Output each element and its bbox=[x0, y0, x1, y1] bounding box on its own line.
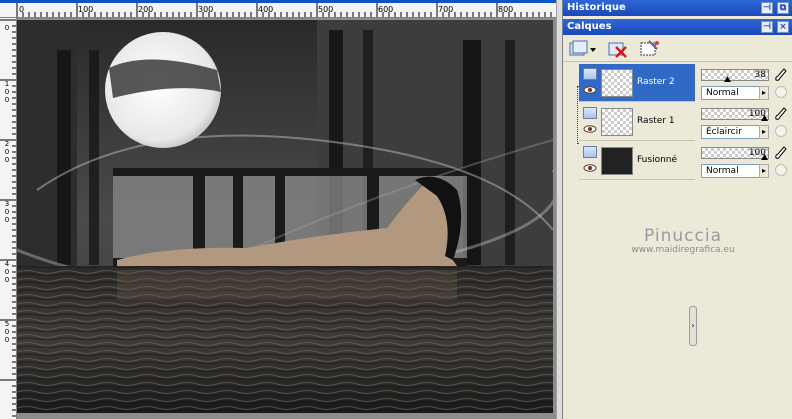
layer-name: Raster 1 bbox=[637, 116, 675, 126]
brush-icon[interactable] bbox=[773, 107, 787, 121]
ruler-label: 100 bbox=[78, 5, 94, 14]
watermark-site: www.maidiregrafica.eu bbox=[631, 245, 735, 255]
ruler-label: 400 bbox=[258, 5, 274, 14]
blend-dropdown-arrow[interactable]: ▸ bbox=[759, 125, 769, 139]
ruler-label: 0 bbox=[4, 24, 10, 32]
brush-icon[interactable] bbox=[773, 146, 787, 160]
artwork bbox=[17, 20, 553, 413]
eye-icon[interactable] bbox=[583, 86, 597, 94]
ruler-label: 700 bbox=[438, 5, 454, 14]
link-icon[interactable] bbox=[775, 125, 787, 137]
new-layer-icon bbox=[569, 40, 596, 56]
watermark: Pinuccia www.maidiregrafica.eu bbox=[573, 226, 792, 255]
layer-row-raster-1[interactable]: Raster 1 bbox=[579, 103, 695, 141]
close-icon[interactable]: × bbox=[777, 21, 789, 33]
delete-layer-button[interactable] bbox=[607, 39, 629, 59]
layer-props-raster-1: 100 Éclaircir ▸ bbox=[697, 105, 792, 143]
mask-icon bbox=[640, 40, 659, 56]
opacity-value: 38 bbox=[754, 70, 766, 80]
ruler-label: 0 bbox=[19, 5, 25, 14]
vertical-ruler: 0 100 200 300 400 500 bbox=[0, 18, 17, 419]
layer-props-fusionne: 100 Normal ▸ bbox=[697, 144, 792, 182]
link-icon[interactable] bbox=[775, 86, 787, 98]
ruler-label: 800 bbox=[498, 5, 514, 14]
layer-thumbnail bbox=[601, 108, 633, 136]
ruler-label: 200 bbox=[4, 140, 10, 164]
historique-titlebar[interactable]: Historique ⊣ ⧉ bbox=[563, 0, 792, 16]
eye-icon[interactable] bbox=[583, 125, 597, 133]
blend-mode-select[interactable]: Normal bbox=[701, 86, 767, 100]
pin-icon[interactable]: ⊣ bbox=[761, 21, 773, 33]
calques-title: Calques bbox=[567, 21, 612, 32]
blend-mode-select[interactable]: Éclaircir bbox=[701, 125, 767, 139]
blend-dropdown-arrow[interactable]: ▸ bbox=[759, 86, 769, 100]
ruler-label: 300 bbox=[198, 5, 214, 14]
canvas-area: 0 100 200 300 400 500 600 700 800 0 100 … bbox=[0, 0, 562, 419]
opacity-thumb[interactable] bbox=[761, 115, 768, 121]
ruler-label: 100 bbox=[4, 80, 10, 104]
delete-layer-icon bbox=[608, 42, 627, 58]
ruler-label: 500 bbox=[318, 5, 334, 14]
ruler-label: 400 bbox=[4, 260, 10, 284]
ruler-label: 300 bbox=[4, 200, 10, 224]
layer-name: Raster 2 bbox=[637, 77, 675, 87]
layers-toolbar bbox=[563, 36, 792, 62]
layer-thumbnail bbox=[601, 69, 633, 97]
watermark-name: Pinuccia bbox=[644, 226, 722, 246]
horizontal-ruler: 0 100 200 300 400 500 600 700 800 bbox=[0, 0, 556, 18]
opacity-thumb[interactable] bbox=[724, 76, 731, 82]
panel-collapse-handle[interactable]: › bbox=[689, 306, 697, 346]
layer-type-icon bbox=[583, 107, 597, 119]
calques-titlebar[interactable]: Calques ⊣ × bbox=[563, 19, 792, 35]
layer-row-raster-2[interactable]: Raster 2 bbox=[579, 64, 695, 102]
restore-icon[interactable]: ⧉ bbox=[777, 2, 789, 14]
ruler-label: 600 bbox=[378, 5, 394, 14]
canvas-image[interactable] bbox=[17, 20, 553, 413]
blend-dropdown-arrow[interactable]: ▸ bbox=[759, 164, 769, 178]
link-icon[interactable] bbox=[775, 164, 787, 176]
historique-title: Historique bbox=[567, 2, 626, 13]
layer-type-icon bbox=[583, 146, 597, 158]
layer-name: Fusionné bbox=[637, 155, 678, 165]
opacity-slider[interactable]: 100 bbox=[701, 147, 769, 160]
opacity-slider[interactable]: 38 bbox=[701, 69, 769, 82]
opacity-thumb[interactable] bbox=[761, 154, 768, 160]
brush-icon[interactable] bbox=[773, 68, 787, 82]
pin-icon[interactable]: ⊣ bbox=[761, 2, 773, 14]
opacity-slider[interactable]: 100 bbox=[701, 108, 769, 121]
right-panel: Historique ⊣ ⧉ Calques ⊣ × Raster 2 Rast… bbox=[562, 0, 792, 419]
layer-thumbnail bbox=[601, 147, 633, 175]
ruler-label: 200 bbox=[138, 5, 154, 14]
blend-mode-select[interactable]: Normal bbox=[701, 164, 767, 178]
layer-props-raster-2: 38 Normal ▸ bbox=[697, 66, 792, 104]
layer-type-icon bbox=[583, 68, 597, 80]
eye-icon[interactable] bbox=[583, 164, 597, 172]
ruler-label: 500 bbox=[4, 320, 10, 344]
mask-button[interactable] bbox=[639, 39, 661, 59]
layer-row-fusionne[interactable]: Fusionné bbox=[579, 142, 695, 180]
new-layer-button[interactable] bbox=[567, 39, 597, 59]
